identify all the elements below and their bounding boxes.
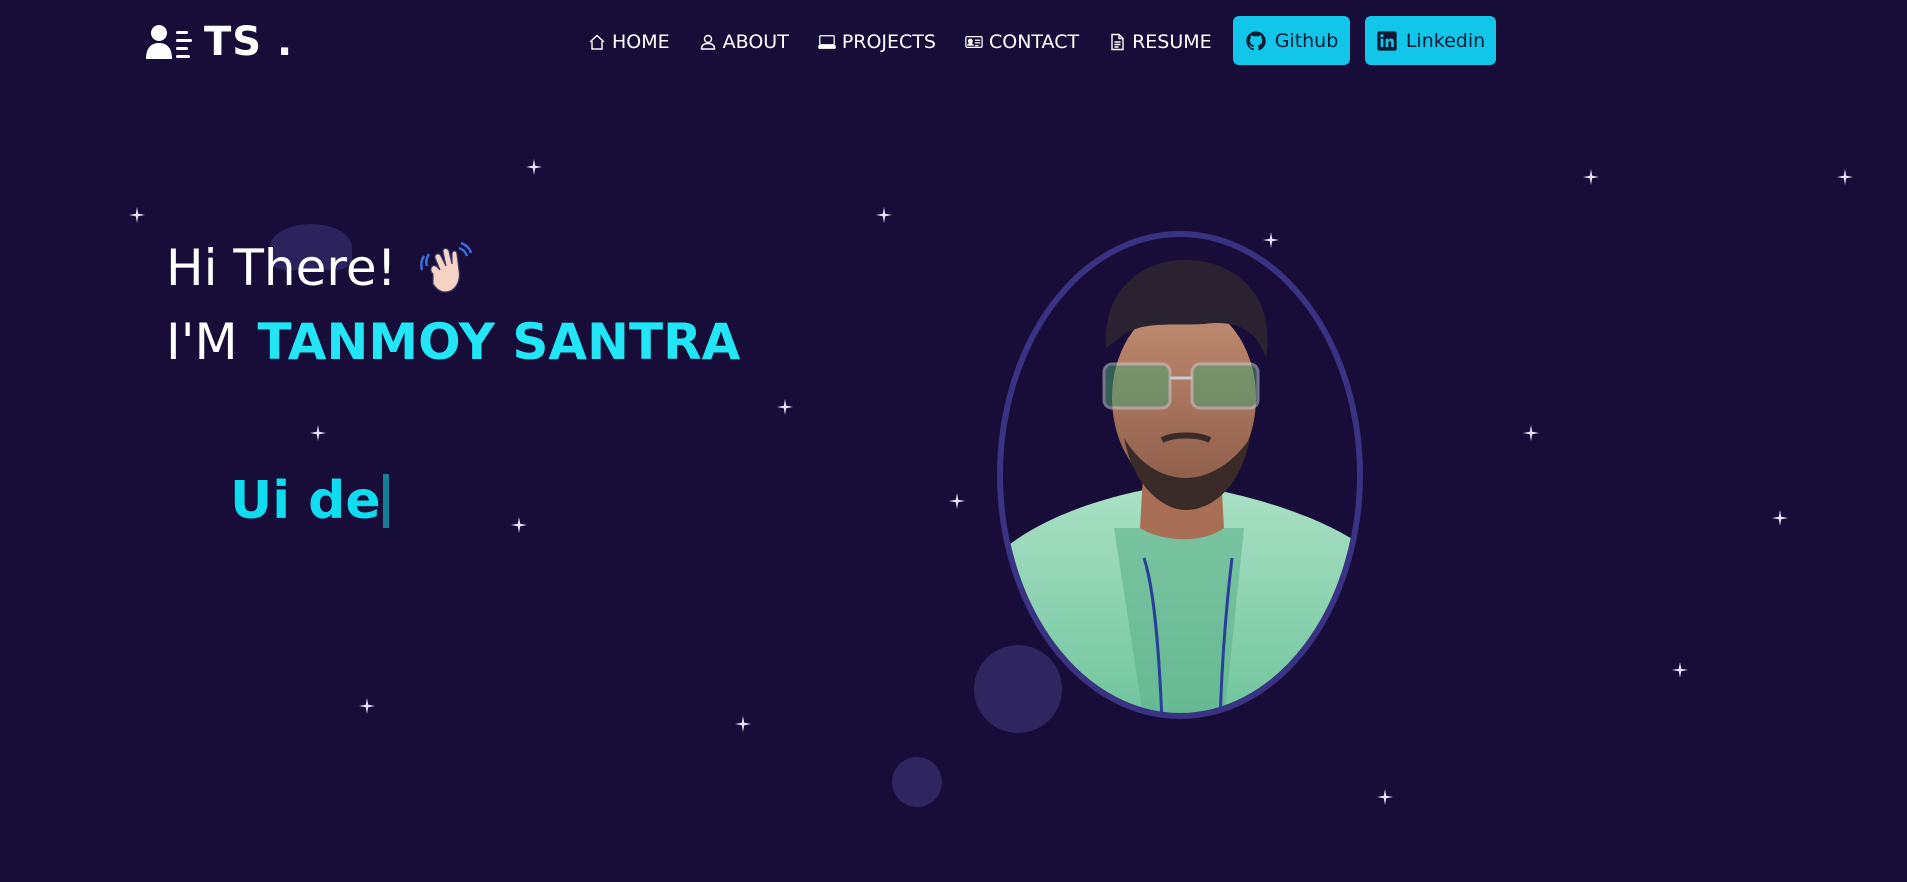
star-icon <box>359 698 375 714</box>
user-list-icon <box>146 25 192 59</box>
star-icon <box>1837 169 1853 185</box>
star-icon <box>310 425 326 441</box>
user-icon <box>700 34 715 50</box>
nav-item-label: ABOUT <box>722 31 789 53</box>
star-icon <box>1523 425 1539 441</box>
star-icon <box>1377 789 1393 805</box>
waving-hand-icon <box>419 241 472 293</box>
star-icon <box>526 159 542 175</box>
github-label: Github <box>1274 29 1339 52</box>
nav-item-label: HOME <box>612 31 670 53</box>
hero-name: TANMOY SANTRA <box>257 313 741 371</box>
linkedin-icon <box>1377 30 1397 51</box>
linkedin-label: Linkedin <box>1405 29 1486 52</box>
brand-logo[interactable]: TS . <box>146 18 293 66</box>
nav-links: HOME ABOUT PROJECTS CONTACT RESUME <box>588 22 1241 62</box>
nav-item-label: PROJECTS <box>841 31 936 53</box>
nav-item-resume[interactable]: RESUME <box>1108 31 1212 53</box>
nav-item-label: CONTACT <box>988 31 1080 53</box>
home-icon <box>589 34 605 50</box>
star-icon <box>777 399 793 415</box>
github-button[interactable]: Github <box>1233 16 1350 65</box>
star-icon <box>949 493 965 509</box>
contact-card-icon <box>965 35 983 49</box>
navbar: TS . HOME ABOUT PROJECTS CONTACT RESUME … <box>0 0 1907 84</box>
greeting-text: Hi There! <box>166 239 397 297</box>
star-icon <box>511 517 527 533</box>
page: TS . HOME ABOUT PROJECTS CONTACT RESUME … <box>0 0 1907 882</box>
typed-text: Ui de <box>230 471 381 531</box>
profile-photo <box>997 231 1363 719</box>
star-icon <box>1772 510 1788 526</box>
star-icon <box>129 207 145 223</box>
star-icon <box>1583 169 1599 185</box>
star-icon <box>735 716 751 732</box>
typewriter-text: Ui de <box>230 470 389 532</box>
nav-item-projects[interactable]: PROJECTS <box>818 31 936 53</box>
hero-greeting: Hi There! <box>166 238 475 298</box>
nav-item-label: RESUME <box>1132 31 1212 53</box>
nav-item-home[interactable]: HOME <box>588 31 670 53</box>
github-icon <box>1246 30 1266 50</box>
linkedin-button[interactable]: Linkedin <box>1365 16 1496 65</box>
brand-text: TS . <box>204 19 294 65</box>
star-icon <box>1672 662 1688 678</box>
typing-cursor <box>382 474 389 528</box>
intro-prefix: I'M <box>166 313 238 371</box>
star-icon <box>876 207 892 223</box>
laptop-icon <box>818 35 836 49</box>
document-icon <box>1111 33 1124 51</box>
hero-intro: I'M TANMOY SANTRA <box>166 312 740 372</box>
nav-item-about[interactable]: ABOUT <box>699 31 789 53</box>
decor-bubble <box>892 757 942 807</box>
nav-item-contact[interactable]: CONTACT <box>965 31 1079 53</box>
